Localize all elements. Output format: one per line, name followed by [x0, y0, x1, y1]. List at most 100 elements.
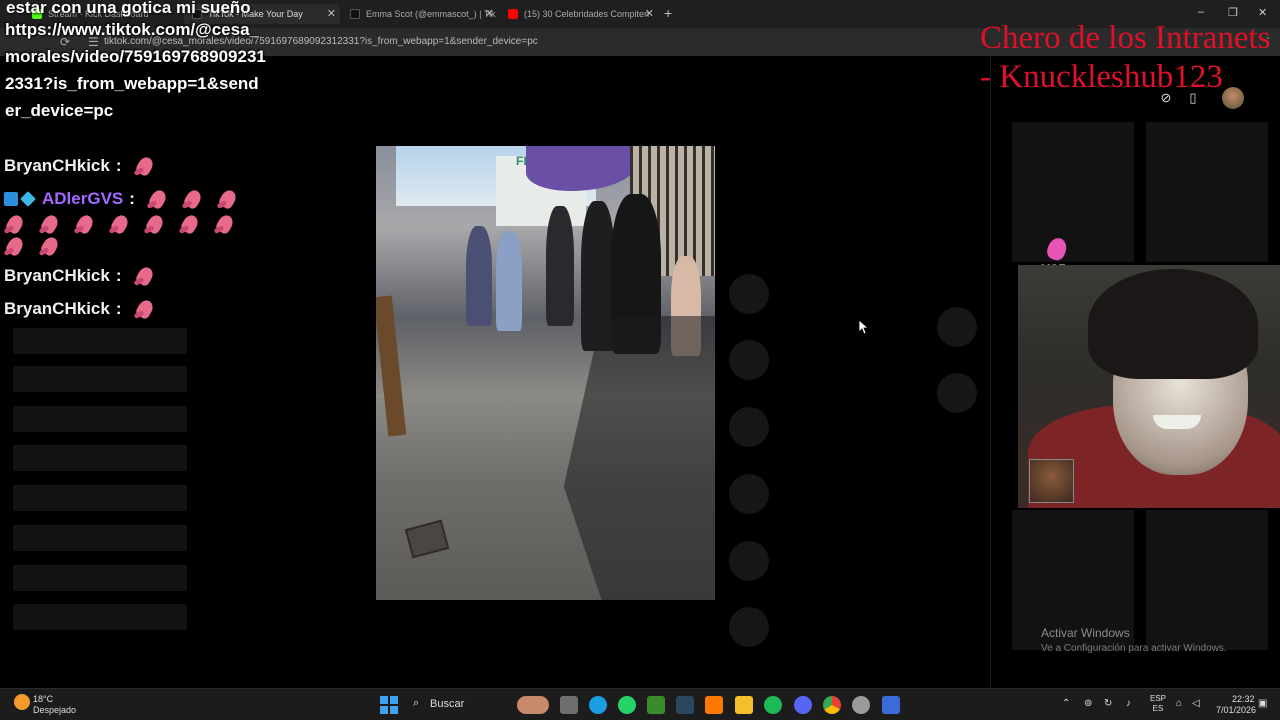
- skeleton-placeholder: [13, 406, 187, 432]
- video-shadow: [563, 316, 715, 600]
- windows-logo-tile: [390, 696, 398, 704]
- weather-description[interactable]: Despejado: [33, 705, 76, 715]
- webcam-hair: [1088, 269, 1258, 379]
- keyboard-layout: ES: [1152, 704, 1164, 713]
- ice-cream-emote-icon: [39, 235, 61, 257]
- user-badges: [4, 191, 38, 207]
- edge-icon[interactable]: [589, 696, 607, 714]
- video-purple-umbrella: [526, 146, 636, 191]
- panel-divider: [990, 56, 991, 688]
- discord-icon[interactable]: [794, 696, 812, 714]
- video-person: [546, 206, 574, 326]
- ice-cream-emote-icon: [182, 188, 204, 210]
- chat-username: ADlerGVS: [42, 189, 124, 208]
- tiktok-video-player[interactable]: FLORES: [376, 146, 715, 600]
- tray-app-icon[interactable]: ⊚: [1084, 698, 1092, 709]
- tab-emma-scot[interactable]: Emma Scot (@emmascot_) | Tik ✕: [342, 4, 498, 24]
- placeholder-dot: [729, 274, 769, 314]
- language-indicator[interactable]: ESP ES: [1150, 694, 1166, 714]
- avatar[interactable]: [1222, 87, 1244, 109]
- chat-username: BryanCHkick: [4, 156, 110, 175]
- ice-cream-emote-icon: [4, 235, 26, 257]
- skeleton-placeholder: [13, 485, 187, 511]
- skeleton-placeholder: [13, 445, 187, 471]
- close-tab-icon[interactable]: ✕: [327, 7, 336, 20]
- skeleton-placeholder: [13, 604, 187, 630]
- skeleton-placeholder: [13, 565, 187, 591]
- placeholder-dot: [729, 607, 769, 647]
- language-code: ESP: [1150, 694, 1167, 703]
- whatsapp-icon[interactable]: [618, 696, 636, 714]
- chatgpt-icon[interactable]: [852, 696, 870, 714]
- ice-cream-emote-icon: [134, 265, 156, 287]
- brand-text-line1: Chero de los Intranets: [980, 20, 1271, 56]
- tab-label: (15) 30 Celebridades Compiten: [524, 9, 650, 19]
- webcam-smile: [1153, 415, 1201, 429]
- placeholder-dot: [729, 474, 769, 514]
- close-tab-icon[interactable]: ✕: [645, 7, 654, 20]
- clock-time[interactable]: 22:32: [1232, 694, 1255, 704]
- placeholder-dot: [937, 373, 977, 413]
- search-box[interactable]: Buscar: [430, 698, 464, 710]
- youtube-icon: [508, 9, 518, 19]
- brand-text-line2: - Knuckleshub123: [980, 59, 1223, 95]
- windows-taskbar: 18°C Despejado ⌕ Buscar ⌃ ⊚ ↻ ♪ ESP ES ⌂…: [0, 688, 1280, 720]
- weather-sun-icon[interactable]: [14, 694, 30, 710]
- tray-sync-icon[interactable]: ↻: [1104, 698, 1112, 709]
- chat-message: BryanCHkick :: [4, 262, 254, 290]
- chat-colon: :: [115, 266, 122, 285]
- video-drain-cover: [404, 519, 450, 559]
- search-highlight-icon[interactable]: [517, 696, 549, 714]
- volume-icon[interactable]: ◁: [1192, 698, 1200, 709]
- skeleton-placeholder: [13, 366, 187, 392]
- tray-chevron-icon[interactable]: ⌃: [1062, 698, 1070, 709]
- task-view-icon[interactable]: [560, 696, 578, 714]
- placeholder-dot: [937, 307, 977, 347]
- diamond-badge-icon: [20, 191, 36, 207]
- ice-cream-emote-icon: [217, 188, 239, 210]
- minecraft-icon[interactable]: [647, 696, 665, 714]
- chat-overlay: BryanCHkick : ADlerGVS : BryanCHkick : B…: [4, 152, 254, 328]
- start-button[interactable]: [380, 696, 398, 714]
- mouse-cursor-icon: [859, 320, 869, 335]
- overlay-link-text: https://www.tiktok.com/@cesa_morales/vid…: [5, 20, 266, 120]
- steam-icon[interactable]: [676, 696, 694, 714]
- avast-icon[interactable]: [705, 696, 723, 714]
- ice-cream-emote-icon: [39, 213, 61, 235]
- close-tab-icon[interactable]: ✕: [485, 7, 494, 20]
- windows-logo-tile: [380, 696, 388, 704]
- placeholder-tile: [1146, 122, 1268, 262]
- new-tab-button[interactable]: +: [664, 5, 672, 21]
- app-icon[interactable]: [882, 696, 900, 714]
- network-icon[interactable]: ⌂: [1176, 698, 1182, 709]
- windows-logo-tile: [380, 706, 388, 714]
- placeholder-dot: [729, 541, 769, 581]
- picture-in-picture-thumbnail: [1029, 459, 1074, 503]
- ice-cream-emote-icon: [109, 213, 131, 235]
- chat-message: BryanCHkick :: [4, 152, 254, 180]
- clock-date[interactable]: 7/01/2026: [1216, 705, 1256, 715]
- ice-cream-emote-icon: [179, 213, 201, 235]
- tray-mic-icon[interactable]: ♪: [1126, 698, 1131, 709]
- skeleton-placeholder: [13, 328, 187, 354]
- chat-colon: :: [129, 189, 135, 208]
- tab-youtube-celebridades[interactable]: (15) 30 Celebridades Compiten ✕: [500, 4, 658, 24]
- notification-icon[interactable]: ▣: [1258, 698, 1267, 709]
- tiktok-icon: [350, 9, 360, 19]
- video-wooden-pole: [376, 295, 407, 437]
- chat-message: ADlerGVS :: [4, 185, 254, 257]
- ice-cream-emote-icon: [4, 213, 26, 235]
- chrome-icon[interactable]: [823, 696, 841, 714]
- placeholder-tile: [1146, 510, 1268, 650]
- video-person: [496, 231, 522, 331]
- ice-cream-emote-icon: [144, 213, 166, 235]
- chat-username: BryanCHkick: [4, 266, 110, 285]
- search-icon[interactable]: ⌕: [413, 697, 419, 710]
- folder-icon[interactable]: [735, 696, 753, 714]
- minimize-button[interactable]: –: [1198, 6, 1204, 18]
- chat-message: BryanCHkick :: [4, 295, 254, 323]
- video-person: [466, 226, 492, 326]
- weather-temperature[interactable]: 18°C: [33, 694, 53, 704]
- spotify-icon[interactable]: [764, 696, 782, 714]
- ice-cream-emote-icon: [147, 188, 169, 210]
